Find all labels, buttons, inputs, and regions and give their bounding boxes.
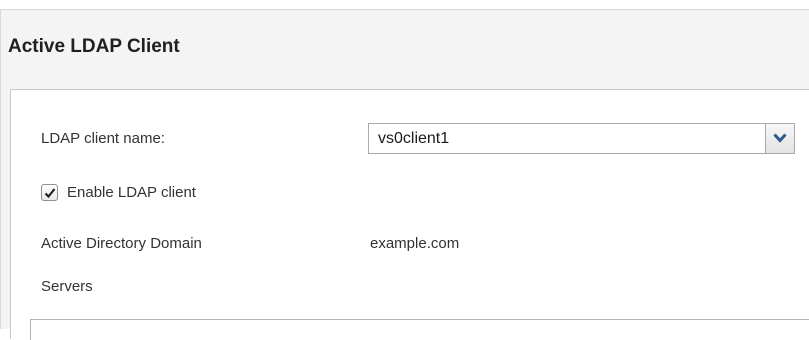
enable-ldap-client-label: Enable LDAP client [67, 184, 196, 201]
servers-list[interactable] [30, 319, 809, 340]
client-name-dropdown[interactable]: vs0client1 [368, 123, 795, 154]
dialog-title: Active LDAP Client [8, 36, 180, 57]
client-name-value: vs0client1 [378, 130, 450, 147]
ldap-client-panel: LDAP client name: vs0client1 Enable LDAP… [10, 89, 809, 340]
active-ldap-client-dialog: Active LDAP Client LDAP client name: vs0… [0, 9, 809, 340]
dropdown-button[interactable] [765, 124, 794, 153]
chevron-down-icon [773, 133, 787, 143]
active-directory-domain-value: example.com [370, 235, 460, 252]
servers-label: Servers [41, 278, 93, 295]
active-directory-domain-label: Active Directory Domain [41, 235, 202, 252]
client-name-label: LDAP client name: [41, 130, 165, 147]
enable-ldap-client-checkbox[interactable] [41, 184, 58, 201]
checkmark-icon [44, 188, 56, 199]
